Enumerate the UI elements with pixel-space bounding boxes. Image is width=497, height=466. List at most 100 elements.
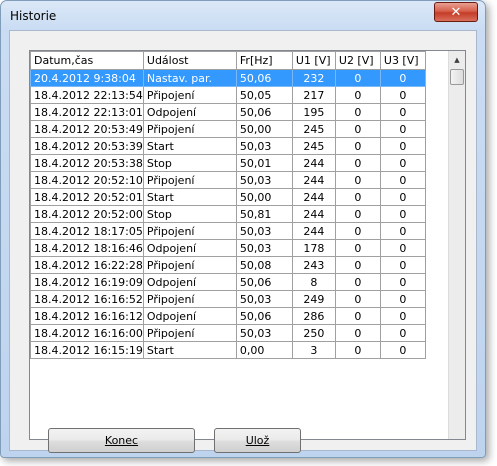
- table-row[interactable]: 18.4.2012 16:16:00 Připojení 50,03 250 0 0: [30, 324, 426, 342]
- title-bar[interactable]: Historie ✕: [1, 1, 485, 29]
- table-cell: 243: [291, 256, 336, 274]
- table-row[interactable]: 20.4.2012 9:38:04 Nastav. par. 50,06 232 0 0: [30, 69, 426, 87]
- table-cell: 0: [379, 103, 426, 121]
- table-cell: 8: [291, 273, 336, 291]
- table-row[interactable]: 18.4.2012 20:52:00 Stop 50,81 244 0 0: [30, 205, 426, 223]
- column-header[interactable]: Událost: [142, 51, 237, 70]
- table-cell: Odpojení: [142, 239, 237, 257]
- table-cell: 50,81: [235, 205, 293, 223]
- table-row[interactable]: 18.4.2012 16:16:52 Připojení 50,03 249 0 0: [30, 290, 426, 308]
- history-table: Datum,čas Událost Fr[Hz] U1 [V] U2 [V] U3 [V]…: [30, 51, 426, 359]
- table-row[interactable]: 18.4.2012 16:19:09 Odpojení 50,06 8 0 0: [30, 273, 426, 291]
- table-cell: Start: [142, 137, 237, 155]
- table-cell: 18.4.2012 20:53:38: [30, 154, 144, 172]
- table-cell: 244: [291, 222, 336, 240]
- table-cell: 0: [334, 188, 381, 206]
- table-cell: Připojení: [142, 222, 237, 240]
- konec-button-label: Konec: [104, 434, 139, 447]
- table-cell: 18.4.2012 16:16:52: [30, 290, 144, 308]
- table-cell: 0: [334, 222, 381, 240]
- table-cell: 50,06: [235, 273, 293, 291]
- scroll-thumb[interactable]: [450, 69, 464, 85]
- table-row[interactable]: 18.4.2012 18:17:05 Připojení 50,03 244 0 0: [30, 222, 426, 240]
- table-row[interactable]: 18.4.2012 20:53:38 Stop 50,01 244 0 0: [30, 154, 426, 172]
- table-cell: 50,05: [235, 86, 293, 104]
- table-cell: 217: [291, 86, 336, 104]
- table-cell: 18.4.2012 16:22:28: [30, 256, 144, 274]
- table-cell: Start: [142, 188, 237, 206]
- dialog-client-area: Datum,čas Událost Fr[Hz] U1 [V] U2 [V] U3 [V]…: [9, 30, 477, 453]
- table-row[interactable]: 18.4.2012 16:15:19 Start 0,00 3 0 0: [30, 341, 426, 359]
- table-cell: 0: [334, 273, 381, 291]
- table-cell: 50,06: [235, 69, 293, 87]
- table-cell: 50,08: [235, 256, 293, 274]
- table-row[interactable]: 18.4.2012 18:16:46 Odpojení 50,03 178 0 0: [30, 239, 426, 257]
- table-row[interactable]: 18.4.2012 16:22:28 Připojení 50,08 243 0 0: [30, 256, 426, 274]
- table-row[interactable]: 18.4.2012 16:16:12 Odpojení 50,06 286 0 0: [30, 307, 426, 325]
- window-title: Historie: [10, 9, 57, 23]
- column-header[interactable]: U2 [V]: [334, 51, 381, 70]
- table-cell: 0: [334, 103, 381, 121]
- table-cell: 18.4.2012 16:15:19: [30, 341, 144, 359]
- table-cell: 0: [379, 137, 426, 155]
- table-cell: 18.4.2012 20:52:00: [30, 205, 144, 223]
- table-cell: Nastav. par.: [142, 69, 237, 87]
- table-cell: 18.4.2012 16:16:12: [30, 307, 144, 325]
- close-button[interactable]: ✕: [434, 2, 478, 22]
- table-body: 20.4.2012 9:38:04 Nastav. par. 50,06 232 0 0 1…: [30, 69, 426, 359]
- table-row[interactable]: 18.4.2012 20:53:49 Připojení 50,00 245 0 0: [30, 120, 426, 138]
- table-cell: 18.4.2012 18:17:05: [30, 222, 144, 240]
- vertical-scrollbar[interactable]: ▲: [448, 51, 465, 439]
- table-cell: Stop: [142, 154, 237, 172]
- table-row[interactable]: 18.4.2012 20:52:10 Připojení 50,03 244 0 0: [30, 171, 426, 189]
- table-cell: 0: [334, 205, 381, 223]
- history-window: Historie ✕ Datum,čas Událost Fr[Hz] U1 [V] U…: [0, 0, 486, 458]
- table-row[interactable]: 18.4.2012 22:13:54 Připojení 50,05 217 0 0: [30, 86, 426, 104]
- table-cell: 18.4.2012 16:16:00: [30, 324, 144, 342]
- table-cell: Odpojení: [142, 273, 237, 291]
- table-cell: 249: [291, 290, 336, 308]
- table-cell: 0: [334, 324, 381, 342]
- table-cell: 18.4.2012 20:52:01: [30, 188, 144, 206]
- uloz-button[interactable]: Ulož: [214, 428, 301, 453]
- table-cell: Odpojení: [142, 307, 237, 325]
- table-cell: Odpojení: [142, 103, 237, 121]
- table-cell: 50,06: [235, 103, 293, 121]
- table-cell: 18.4.2012 18:16:46: [30, 239, 144, 257]
- column-header[interactable]: U1 [V]: [291, 51, 336, 70]
- table-cell: 3: [291, 341, 336, 359]
- table-cell: 0: [379, 120, 426, 138]
- table-row[interactable]: 18.4.2012 22:13:01 Odpojení 50,06 195 0 0: [30, 103, 426, 121]
- table-cell: 0: [334, 341, 381, 359]
- table-cell: 245: [291, 120, 336, 138]
- scroll-up-arrow-icon[interactable]: ▲: [449, 51, 465, 68]
- table-cell: 244: [291, 154, 336, 172]
- table-row[interactable]: 18.4.2012 20:53:39 Start 50,03 245 0 0: [30, 137, 426, 155]
- table-row[interactable]: 18.4.2012 20:52:01 Start 50,00 244 0 0: [30, 188, 426, 206]
- table-cell: 18.4.2012 20:53:49: [30, 120, 144, 138]
- column-header[interactable]: U3 [V]: [379, 51, 426, 70]
- column-header[interactable]: Datum,čas: [30, 51, 144, 70]
- table-cell: 18.4.2012 22:13:01: [30, 103, 144, 121]
- table-cell: 0: [334, 120, 381, 138]
- table-cell: 0: [334, 154, 381, 172]
- history-list[interactable]: Datum,čas Událost Fr[Hz] U1 [V] U2 [V] U3 [V]…: [29, 50, 466, 440]
- table-cell: 0: [334, 307, 381, 325]
- table-cell: Připojení: [142, 120, 237, 138]
- table-cell: 0: [379, 256, 426, 274]
- table-cell: Stop: [142, 205, 237, 223]
- table-cell: 245: [291, 137, 336, 155]
- table-cell: 50,00: [235, 120, 293, 138]
- konec-button[interactable]: Konec: [48, 428, 195, 453]
- table-cell: 0: [379, 188, 426, 206]
- table-cell: 244: [291, 188, 336, 206]
- table-cell: 178: [291, 239, 336, 257]
- table-cell: 0: [334, 239, 381, 257]
- table-cell: 50,03: [235, 222, 293, 240]
- table-cell: Start: [142, 341, 237, 359]
- table-cell: 250: [291, 324, 336, 342]
- close-icon: ✕: [450, 4, 462, 20]
- table-cell: 0: [379, 239, 426, 257]
- column-header[interactable]: Fr[Hz]: [235, 51, 293, 70]
- table-cell: 18.4.2012 16:19:09: [30, 273, 144, 291]
